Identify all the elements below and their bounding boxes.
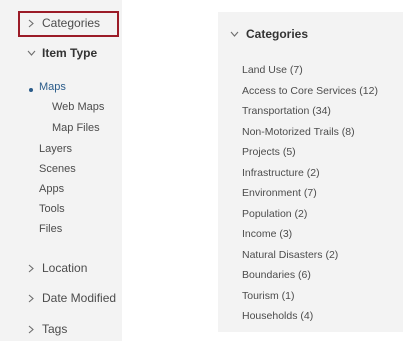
- screen: Categories Item Type Maps Web Maps Map F…: [0, 0, 403, 341]
- category-item[interactable]: Land Use (7): [242, 60, 378, 81]
- chevron-right-icon: [26, 16, 36, 30]
- chevron-down-icon: [229, 28, 239, 40]
- category-item[interactable]: Environment (7): [242, 183, 378, 204]
- categories-panel-toggle[interactable]: Categories: [229, 27, 308, 41]
- category-item[interactable]: Access to Core Services (12): [242, 81, 378, 102]
- item-type-section-label: Item Type: [42, 46, 98, 60]
- category-item[interactable]: Infrastructure (2): [242, 163, 378, 184]
- chevron-down-icon: [26, 46, 36, 60]
- categories-panel: Categories Land Use (7) Access to Core S…: [218, 12, 403, 332]
- category-item[interactable]: Tourism (1): [242, 286, 378, 307]
- date-modified-section-label: Date Modified: [42, 291, 117, 305]
- item-type-apps[interactable]: Apps: [39, 183, 64, 195]
- tags-section-toggle[interactable]: Tags: [0, 320, 122, 338]
- item-type-web-maps[interactable]: Web Maps: [52, 101, 104, 113]
- filter-sidebar: Categories Item Type Maps Web Maps Map F…: [0, 0, 122, 341]
- item-type-layers[interactable]: Layers: [39, 143, 72, 155]
- location-section-label: Location: [42, 261, 88, 275]
- category-item[interactable]: Households (4): [242, 306, 378, 327]
- categories-section-toggle[interactable]: Categories: [0, 14, 122, 32]
- categories-section-label: Categories: [42, 16, 101, 30]
- item-type-maps[interactable]: Maps: [39, 81, 66, 93]
- category-item[interactable]: Boundaries (6): [242, 265, 378, 286]
- category-item[interactable]: Income (3): [242, 224, 378, 245]
- active-item-bullet: [29, 88, 33, 92]
- chevron-right-icon: [26, 322, 36, 336]
- tags-section-label: Tags: [42, 322, 68, 336]
- item-type-scenes[interactable]: Scenes: [39, 163, 76, 175]
- categories-panel-title: Categories: [246, 27, 309, 41]
- category-item[interactable]: Natural Disasters (2): [242, 245, 378, 266]
- item-type-map-files[interactable]: Map Files: [52, 122, 100, 134]
- item-type-tools[interactable]: Tools: [39, 203, 65, 215]
- location-section-toggle[interactable]: Location: [0, 259, 122, 277]
- category-list: Land Use (7) Access to Core Services (12…: [242, 60, 378, 327]
- category-item[interactable]: Non-Motorized Trails (8): [242, 122, 378, 143]
- item-type-section-toggle[interactable]: Item Type: [0, 44, 122, 62]
- category-item[interactable]: Projects (5): [242, 142, 378, 163]
- chevron-right-icon: [26, 261, 36, 275]
- chevron-right-icon: [26, 291, 36, 305]
- item-type-files[interactable]: Files: [39, 223, 62, 235]
- date-modified-section-toggle[interactable]: Date Modified: [0, 289, 122, 307]
- category-item[interactable]: Transportation (34): [242, 101, 378, 122]
- category-item[interactable]: Population (2): [242, 204, 378, 225]
